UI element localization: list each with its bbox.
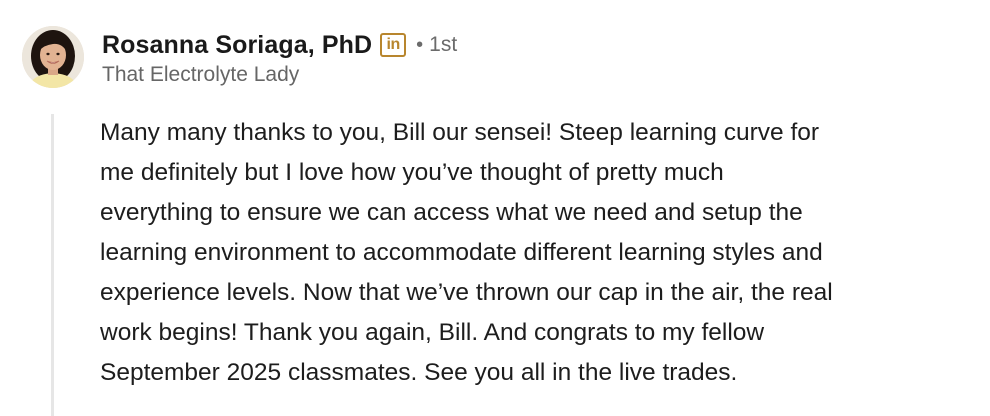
comment-text: Many many thanks to you, Bill our sensei… bbox=[100, 113, 980, 393]
linkedin-badge-text: in bbox=[386, 36, 401, 53]
comment-line: experience levels. Now that we’ve thrown… bbox=[100, 279, 833, 306]
separator-dot: • bbox=[416, 33, 424, 56]
comment-line: everything to ensure we can access what … bbox=[100, 199, 803, 226]
connection-degree: 1st bbox=[429, 33, 458, 56]
author-avatar[interactable] bbox=[22, 26, 84, 88]
comment-line: Many many thanks to you, Bill our sensei… bbox=[100, 119, 820, 146]
author-name[interactable]: Rosanna Soriaga, PhD bbox=[102, 31, 372, 60]
author-headline: That Electrolyte Lady bbox=[102, 63, 300, 86]
author-header: Rosanna Soriaga, PhD in • 1st bbox=[102, 28, 457, 62]
avatar-photo bbox=[22, 26, 84, 88]
comment-line: September 2025 classmates. See you all i… bbox=[100, 359, 738, 386]
thread-line bbox=[51, 114, 54, 416]
comment-line: learning environment to accommodate diff… bbox=[100, 239, 823, 266]
comment-line: work begins! Thank you again, Bill. And … bbox=[100, 319, 765, 346]
linkedin-badge-icon: in bbox=[380, 33, 407, 57]
comment-line: me definitely but I love how you’ve thou… bbox=[100, 159, 724, 186]
